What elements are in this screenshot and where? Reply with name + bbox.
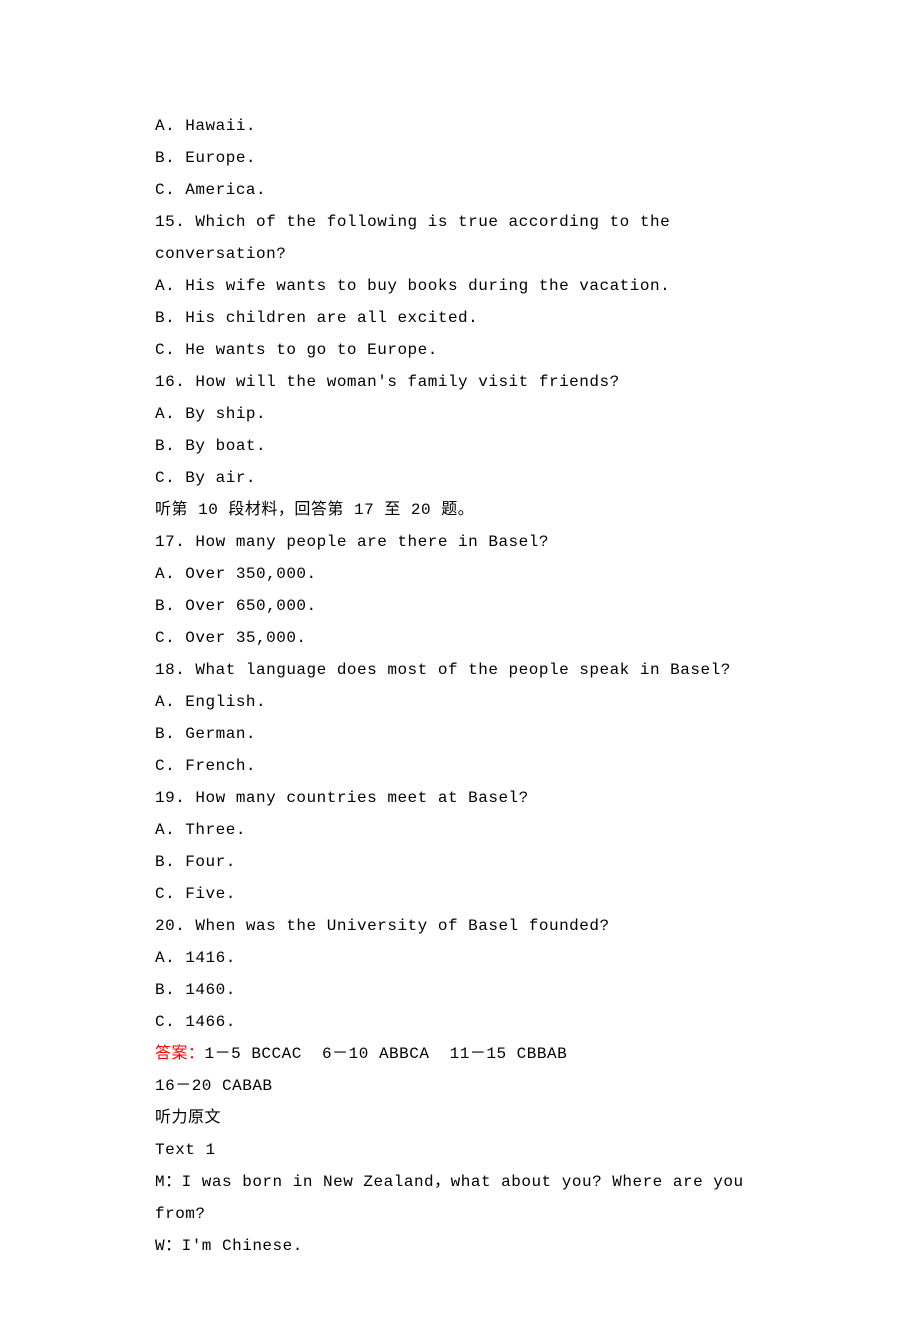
answer-line-continued: 16－20 CABAB	[155, 1070, 770, 1102]
option-text: B. Four.	[155, 846, 770, 878]
option-text: B. German.	[155, 718, 770, 750]
dialogue-line: W：I'm Chinese.	[155, 1230, 770, 1262]
option-text: B. 1460.	[155, 974, 770, 1006]
question-text: 20. When was the University of Basel fou…	[155, 910, 770, 942]
option-text: C. Five.	[155, 878, 770, 910]
option-text: A. His wife wants to buy books during th…	[155, 270, 770, 302]
option-text: A. Three.	[155, 814, 770, 846]
answer-line: 答案：1－5 BCCAC 6－10 ABBCA 11－15 CBBAB	[155, 1038, 770, 1070]
option-text: A. Hawaii.	[155, 110, 770, 142]
option-text: A. By ship.	[155, 398, 770, 430]
option-text: A. English.	[155, 686, 770, 718]
dialogue-line: M：I was born in New Zealand，what about y…	[155, 1166, 770, 1230]
option-text: C. He wants to go to Europe.	[155, 334, 770, 366]
option-text: B. Over 650,000.	[155, 590, 770, 622]
answer-label: 答案：	[155, 1045, 205, 1063]
option-text: C. By air.	[155, 462, 770, 494]
option-text: C. French.	[155, 750, 770, 782]
question-text: 19. How many countries meet at Basel?	[155, 782, 770, 814]
option-text: A. 1416.	[155, 942, 770, 974]
option-text: A. Over 350,000.	[155, 558, 770, 590]
option-text: C. 1466.	[155, 1006, 770, 1038]
option-text: B. By boat.	[155, 430, 770, 462]
option-text: C. Over 35,000.	[155, 622, 770, 654]
question-text: 17. How many people are there in Basel?	[155, 526, 770, 558]
document-page: A. Hawaii. B. Europe. C. America. 15. Wh…	[0, 0, 920, 1342]
question-text: 18. What language does most of the peopl…	[155, 654, 770, 686]
section-header: 听第 10 段材料，回答第 17 至 20 题。	[155, 494, 770, 526]
option-text: C. America.	[155, 174, 770, 206]
transcript-header: 听力原文	[155, 1102, 770, 1134]
option-text: B. Europe.	[155, 142, 770, 174]
transcript-section: Text 1	[155, 1134, 770, 1166]
option-text: B. His children are all excited.	[155, 302, 770, 334]
question-text: 15. Which of the following is true accor…	[155, 206, 770, 270]
question-text: 16. How will the woman's family visit fr…	[155, 366, 770, 398]
answer-values: 1－5 BCCAC 6－10 ABBCA 11－15 CBBAB	[205, 1045, 568, 1063]
